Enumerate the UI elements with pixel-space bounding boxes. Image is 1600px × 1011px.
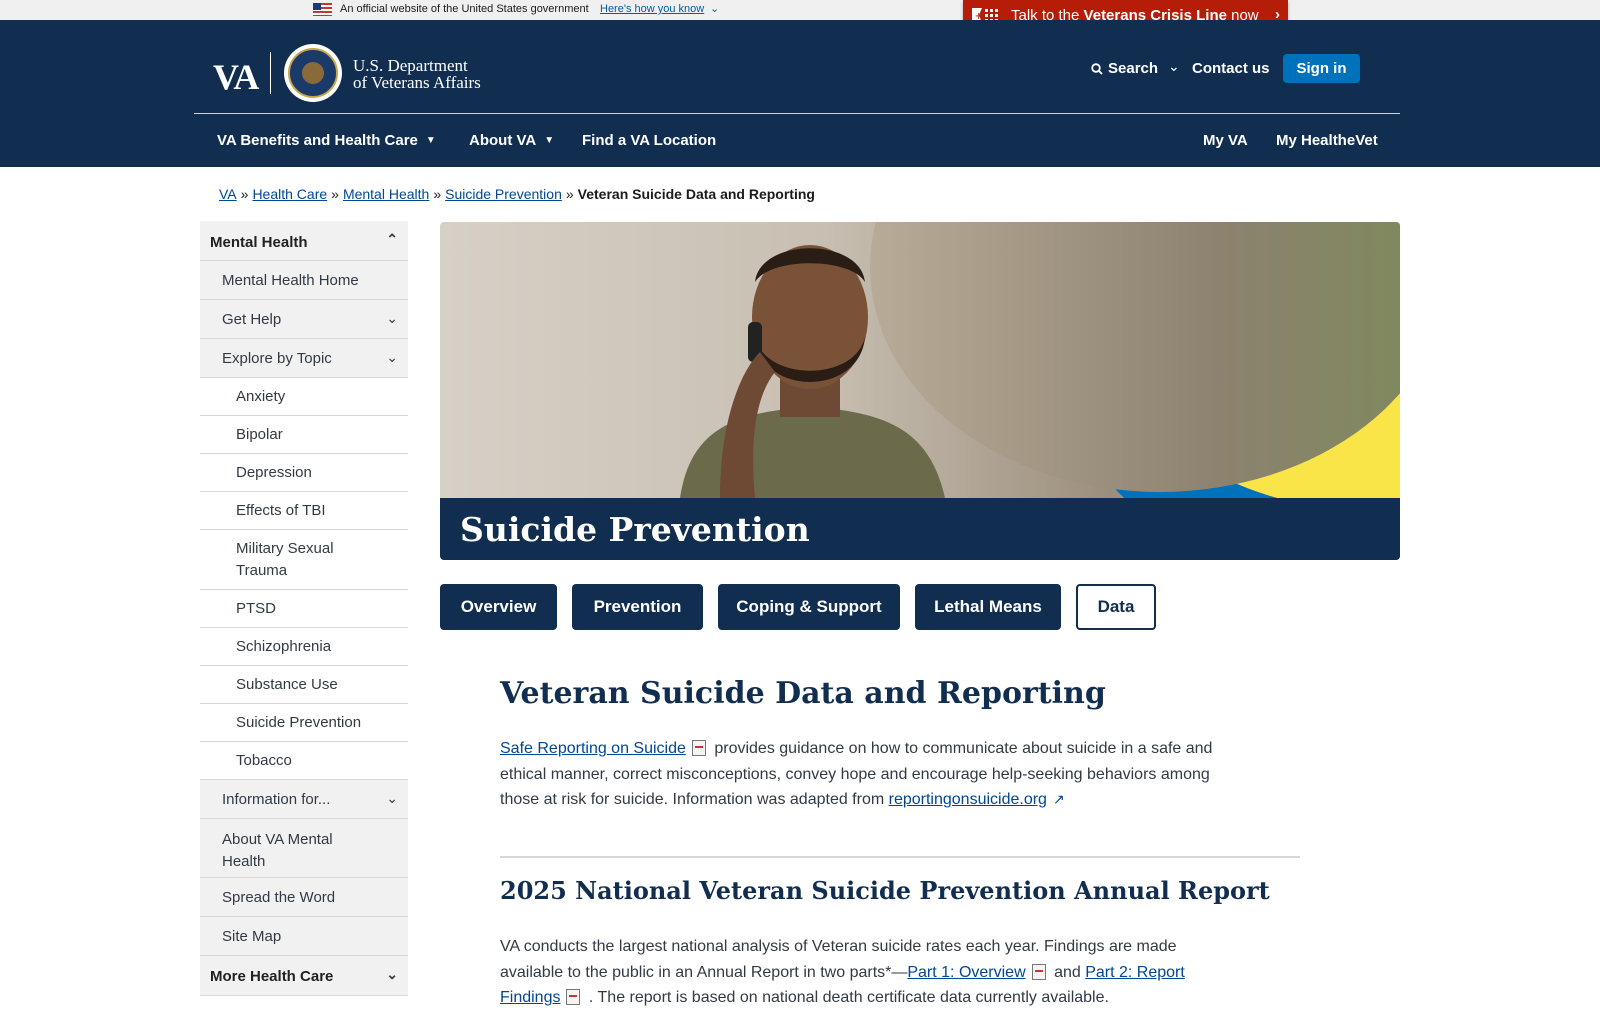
sidebar-item-spread-the-word[interactable]: Spread the Word xyxy=(200,878,408,917)
section-divider xyxy=(500,856,1300,858)
sidebar-item-more-health-care[interactable]: More Health Care ⌄ xyxy=(200,956,408,996)
sidebar-item-tobacco[interactable]: Tobacco xyxy=(200,742,408,780)
nav-benefits[interactable]: VA Benefits and Health Care ▼ xyxy=(217,132,436,149)
sidebar-item-about-va-mental-health[interactable]: About VA Mental Health xyxy=(200,819,408,878)
chevron-down-icon: ▼ xyxy=(425,135,436,146)
gov-banner: An official website of the United States… xyxy=(0,0,1600,20)
sidebar-item-depression[interactable]: Depression xyxy=(200,454,408,492)
chevron-down-icon[interactable]: ⌄ xyxy=(1168,58,1180,75)
veteran-on-phone-image xyxy=(680,245,945,498)
chevron-down-icon[interactable]: ⌄ xyxy=(386,966,398,983)
chevron-down-icon: ▼ xyxy=(544,135,555,146)
hero-title: Suicide Prevention xyxy=(460,510,810,549)
sidebar-item-ptsd[interactable]: PTSD xyxy=(200,590,408,628)
pdf-icon xyxy=(691,740,706,756)
safe-reporting-link[interactable]: Safe Reporting on Suicide xyxy=(500,740,686,757)
breadcrumb-mental-health[interactable]: Mental Health xyxy=(343,186,429,202)
sidebar-item-mental-health-home[interactable]: Mental Health Home xyxy=(200,261,408,300)
sidebar-item-anxiety[interactable]: Anxiety xyxy=(200,378,408,416)
breadcrumb: VA» Health Care» Mental Health» Suicide Pre… xyxy=(219,186,815,202)
hero-banner: Suicide Prevention xyxy=(440,222,1400,560)
tab-overview[interactable]: Overview xyxy=(440,584,557,630)
header-divider xyxy=(194,113,1400,114)
sidebar-nav: Mental Health ⌃ Mental Health Home Get He… xyxy=(200,221,408,996)
chevron-up-icon[interactable]: ⌃ xyxy=(386,231,398,248)
sidebar-item-bipolar[interactable]: Bipolar xyxy=(200,416,408,454)
va-logo[interactable]: VA xyxy=(213,56,259,98)
va-seal-icon[interactable] xyxy=(284,44,342,102)
chevron-down-icon[interactable]: ⌄ xyxy=(386,310,398,327)
part-1-overview-link[interactable]: Part 1: Overview xyxy=(907,964,1025,981)
breadcrumb-suicide-prevention[interactable]: Suicide Prevention xyxy=(445,186,562,202)
hero-image xyxy=(440,222,1400,560)
tab-coping-support[interactable]: Coping & Support xyxy=(718,584,900,630)
sidebar-item-site-map[interactable]: Site Map xyxy=(200,917,408,956)
sign-in-button[interactable]: Sign in xyxy=(1283,54,1360,83)
logo-divider xyxy=(270,52,271,94)
nav-my-va[interactable]: My VA xyxy=(1203,132,1248,149)
search-button[interactable]: Search xyxy=(1108,60,1158,77)
annual-report-paragraph: VA conducts the largest national analysi… xyxy=(500,938,1185,1006)
annual-report-heading: 2025 National Veteran Suicide Prevention… xyxy=(500,876,1270,905)
chevron-down-icon[interactable]: ⌄ xyxy=(386,790,398,807)
page-title: Veteran Suicide Data and Reporting xyxy=(500,676,1106,711)
external-link-icon: ↗ xyxy=(1052,791,1065,807)
tab-data[interactable]: Data xyxy=(1076,584,1156,630)
pdf-icon xyxy=(566,989,581,1005)
breadcrumb-va[interactable]: VA xyxy=(219,186,237,202)
contact-us-link[interactable]: Contact us xyxy=(1192,60,1270,77)
sidebar-item-suicide-prevention[interactable]: Suicide Prevention xyxy=(200,704,408,742)
sidebar-item-effects-of-tbi[interactable]: Effects of TBI xyxy=(200,492,408,530)
chevron-down-icon[interactable]: ⌄ xyxy=(710,2,719,15)
sidebar-item-substance-use[interactable]: Substance Use xyxy=(200,666,408,704)
us-flag-icon xyxy=(313,3,332,16)
pdf-icon xyxy=(1031,963,1046,980)
safe-reporting-paragraph: Safe Reporting on Suicide provides guida… xyxy=(500,736,1220,813)
sidebar-item-explore-by-topic[interactable]: Explore by Topic ⌄ xyxy=(200,339,408,378)
sidebar-item-mental-health[interactable]: Mental Health ⌃ xyxy=(200,221,408,261)
hero-title-band: Suicide Prevention xyxy=(440,498,1400,560)
reporting-on-suicide-link[interactable]: reportingonsuicide.org xyxy=(889,791,1047,808)
nav-my-healthevet[interactable]: My HealtheVet xyxy=(1276,132,1378,149)
tab-lethal-means[interactable]: Lethal Means xyxy=(915,584,1061,630)
nav-about-va[interactable]: About VA ▼ xyxy=(469,132,554,149)
breadcrumb-current: Veteran Suicide Data and Reporting xyxy=(577,186,815,202)
tab-prevention[interactable]: Prevention xyxy=(572,584,703,630)
breadcrumb-health-care[interactable]: Health Care xyxy=(252,186,327,202)
heres-how-you-know-link[interactable]: Here's how you know xyxy=(600,3,704,15)
site-header: VA U.S. Department of Veterans Affairs Se… xyxy=(0,20,1600,167)
gov-banner-text: An official website of the United States… xyxy=(340,3,589,15)
search-icon[interactable] xyxy=(1091,63,1103,75)
sidebar-item-get-help[interactable]: Get Help ⌄ xyxy=(200,300,408,339)
main-content: Veteran Suicide Data and Reporting Safe … xyxy=(500,676,1300,1006)
sidebar-item-military-sexual-trauma[interactable]: Military Sexual Trauma xyxy=(200,530,408,590)
sidebar-item-information-for[interactable]: Information for... ⌄ xyxy=(200,780,408,819)
nav-find-location[interactable]: Find a VA Location xyxy=(582,132,716,149)
sidebar-item-schizophrenia[interactable]: Schizophrenia xyxy=(200,628,408,666)
department-name[interactable]: U.S. Department of Veterans Affairs xyxy=(353,57,481,91)
chevron-down-icon[interactable]: ⌄ xyxy=(386,349,398,366)
